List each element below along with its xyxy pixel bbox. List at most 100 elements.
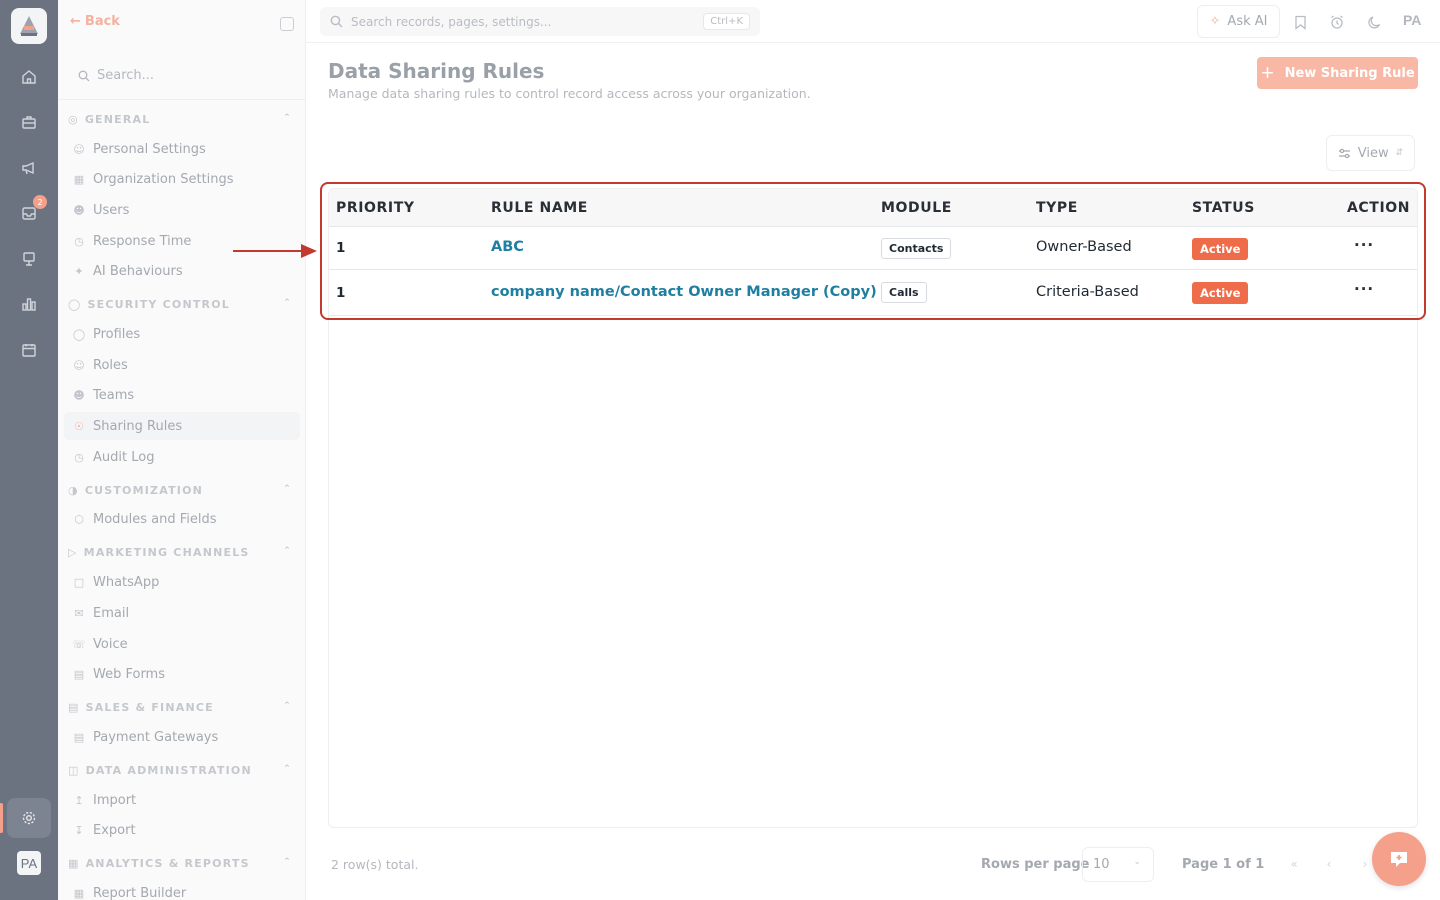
sidebar-item-email[interactable]: ✉ Email	[64, 599, 300, 627]
settings-rail-button[interactable]	[7, 798, 51, 838]
section-title: MARKETING CHANNELS	[83, 545, 250, 559]
user-avatar[interactable]: PA	[1403, 12, 1421, 28]
global-search-placeholder: Search records, pages, settings...	[351, 14, 552, 29]
ask-ai-button[interactable]: ✧ Ask AI	[1197, 5, 1280, 38]
avatar[interactable]: PA	[17, 851, 41, 875]
bar-chart-icon[interactable]	[18, 293, 40, 315]
type-cell: Criteria-Based	[1036, 284, 1139, 300]
view-options-button[interactable]: View ⇵	[1326, 135, 1415, 171]
credit-card-icon: ▤	[73, 730, 85, 744]
shield-icon: ◯	[68, 297, 82, 311]
chevron-up-icon: ⌃	[283, 546, 292, 556]
sidebar-item-label: Email	[93, 605, 130, 621]
sidebar-item-sharing-rules[interactable]: ☉ Sharing Rules	[64, 412, 300, 440]
row-actions-icon[interactable]: ···	[1354, 236, 1374, 254]
moon-icon[interactable]	[1364, 12, 1384, 32]
chevron-left-icon: ‹	[1326, 857, 1332, 871]
inbox-badge: 2	[33, 195, 47, 209]
presentation-icon[interactable]	[18, 248, 40, 270]
section-customization[interactable]: ◑ CUSTOMIZATION ⌃	[68, 480, 298, 500]
global-search-input[interactable]: Search records, pages, settings... Ctrl+…	[320, 7, 760, 36]
sidebar-item-ai-behaviours[interactable]: ✦ AI Behaviours	[64, 257, 300, 285]
row-actions-icon[interactable]: ···	[1354, 280, 1374, 298]
upload-icon: ↥	[74, 793, 84, 807]
chat-icon: □	[73, 575, 85, 589]
view-label: View	[1357, 145, 1389, 161]
section-analytics-reports[interactable]: ▦ ANALYTICS & REPORTS ⌃	[68, 853, 298, 873]
palette-icon: ◑	[68, 483, 79, 497]
sidebar-item-whatsapp[interactable]: □ WhatsApp	[64, 568, 300, 596]
sidebar-item-label: Report Builder	[93, 885, 187, 900]
chevron-up-icon: ⌃	[283, 113, 292, 123]
megaphone-icon[interactable]	[18, 157, 40, 179]
home-icon[interactable]	[18, 66, 40, 88]
sidebar-item-voice[interactable]: ☏ Voice	[64, 630, 300, 658]
alarm-clock-icon[interactable]	[1327, 12, 1347, 32]
section-general[interactable]: ◎ GENERAL ⌃	[68, 109, 298, 129]
sidebar-item-label: Audit Log	[93, 449, 155, 465]
chevron-updown-icon: ⇵	[1395, 148, 1404, 158]
column-header-rule-name[interactable]: RULE NAME	[491, 200, 588, 216]
briefcase-icon[interactable]	[18, 111, 40, 133]
sidebar-item-label: Import	[93, 792, 137, 808]
sidebar-item-users[interactable]: ☻ Users	[64, 196, 300, 224]
form-icon: ▤	[73, 667, 85, 681]
sidebar-collapse-icon[interactable]	[280, 17, 294, 31]
priority-cell: 1	[336, 285, 346, 301]
rows-per-page-label: Rows per page	[981, 857, 1090, 872]
bookmark-icon[interactable]	[1290, 12, 1310, 32]
table-row[interactable]: 1 company name/Contact Owner Manager (Co…	[329, 270, 1417, 316]
sidebar-item-export[interactable]: ↧ Export	[64, 816, 300, 844]
app-logo[interactable]	[11, 8, 47, 44]
rows-per-page-select[interactable]: 10 ⌄	[1082, 847, 1154, 882]
page-subtitle: Manage data sharing rules to control rec…	[328, 86, 811, 101]
rule-name-link[interactable]: ABC	[491, 239, 524, 255]
bar-chart-icon: ▦	[73, 886, 85, 900]
first-page-button[interactable]: «	[1283, 853, 1305, 875]
sidebar-item-payment-gateways[interactable]: ▤ Payment Gateways	[64, 723, 300, 751]
column-header-type[interactable]: TYPE	[1036, 200, 1078, 216]
section-data-administration[interactable]: ◫ DATA ADMINISTRATION ⌃	[68, 760, 298, 780]
module-chip: Contacts	[881, 238, 952, 259]
column-header-status[interactable]: STATUS	[1192, 200, 1255, 216]
building-icon: ▦	[73, 172, 85, 186]
wand-icon: ✦	[74, 264, 84, 278]
arrow-left-icon: ←	[70, 14, 81, 29]
annotation-arrow-icon	[233, 244, 317, 258]
sidebar-item-audit-log[interactable]: ◷ Audit Log	[64, 443, 300, 471]
column-header-action: ACTION	[1347, 200, 1411, 216]
section-sales-finance[interactable]: ▤ SALES & FINANCE ⌃	[68, 697, 298, 717]
chevron-up-icon: ⌃	[283, 298, 292, 308]
sidebar-item-organization-settings[interactable]: ▦ Organization Settings	[64, 165, 300, 193]
top-bar: Search records, pages, settings... Ctrl+…	[306, 0, 1440, 43]
column-header-module[interactable]: MODULE	[881, 200, 952, 216]
sidebar-item-roles[interactable]: ☺ Roles	[64, 351, 300, 379]
sidebar-item-modules-and-fields[interactable]: ⬡ Modules and Fields	[64, 505, 300, 533]
table-row[interactable]: 1 ABC Contacts Owner-Based Active ···	[329, 227, 1417, 270]
sidebar-item-personal-settings[interactable]: ☺ Personal Settings	[64, 135, 300, 163]
user-key-icon: ☺	[73, 358, 85, 372]
support-chat-button[interactable]	[1372, 832, 1426, 886]
sidebar-item-import[interactable]: ↥ Import	[64, 786, 300, 814]
chevrons-left-icon: «	[1290, 857, 1298, 871]
sidebar-item-report-builder[interactable]: ▦ Report Builder	[64, 879, 300, 900]
column-header-priority[interactable]: PRIORITY	[336, 200, 415, 216]
section-title: DATA ADMINISTRATION	[85, 763, 252, 777]
new-sharing-rule-button[interactable]: + New Sharing Rule	[1257, 57, 1418, 89]
section-marketing-channels[interactable]: ▷ MARKETING CHANNELS ⌃	[68, 542, 298, 562]
sidebar-item-web-forms[interactable]: ▤ Web Forms	[64, 660, 300, 688]
sidebar-item-profiles[interactable]: ◯ Profiles	[64, 320, 300, 348]
priority-cell: 1	[336, 240, 346, 256]
rule-name-link[interactable]: company name/Contact Owner Manager (Copy…	[491, 284, 877, 300]
calendar-icon[interactable]	[18, 339, 40, 361]
sidebar-search-input[interactable]: Search...	[58, 52, 305, 100]
sidebar-item-teams[interactable]: ☻ Teams	[64, 381, 300, 409]
previous-page-button[interactable]: ‹	[1318, 853, 1340, 875]
plus-icon: +	[1260, 63, 1275, 83]
shortcut-hint: Ctrl+K	[703, 13, 750, 30]
section-security-control[interactable]: ◯ SECURITY CONTROL ⌃	[68, 294, 298, 314]
back-button[interactable]: ← Back	[70, 14, 120, 29]
sidebar-item-label: Sharing Rules	[93, 418, 183, 434]
wallet-icon: ▤	[68, 700, 80, 714]
chevron-right-icon: ›	[1362, 857, 1368, 871]
